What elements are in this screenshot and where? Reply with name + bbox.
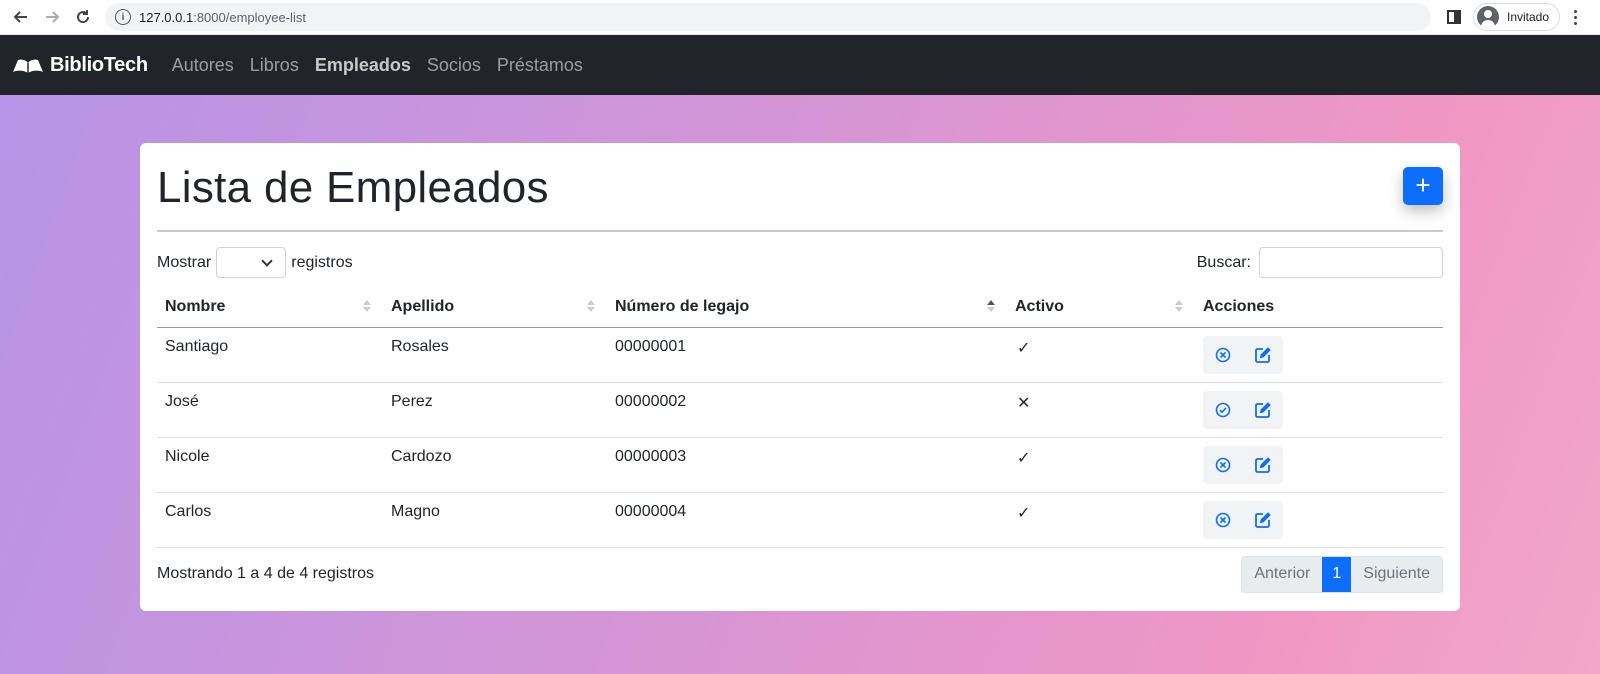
cell-nombre: José (157, 382, 383, 438)
column-header-apellido[interactable]: Apellido (383, 287, 607, 328)
url-host: 127.0.0.1 (139, 9, 194, 25)
reload-icon[interactable] (73, 7, 93, 27)
brand-link[interactable]: BiblioTech (12, 54, 148, 77)
sort-icon (587, 300, 595, 312)
search-control: Buscar: (1197, 247, 1443, 278)
edit-employee-icon[interactable] (1243, 501, 1283, 539)
column-header-nombre[interactable]: Nombre (157, 287, 383, 328)
cell-apellido: Magno (383, 492, 607, 548)
table-body: Santiago Rosales 00000001 ✓ José Perez 0000000… (157, 327, 1443, 548)
cell-apellido: Cardozo (383, 437, 607, 493)
records-info: Mostrando 1 a 4 de 4 registros (157, 565, 375, 582)
page-background: Lista de Empleados + Mostrar registros B… (0, 95, 1600, 674)
cell-nombre: Carlos (157, 492, 383, 548)
deactivate-employee-icon[interactable] (1203, 336, 1243, 374)
edit-employee-icon[interactable] (1243, 391, 1283, 429)
cell-activo: ✓ (1007, 327, 1195, 383)
cell-activo: ✓ (1007, 437, 1195, 493)
brand-name: BiblioTech (50, 53, 148, 76)
url-path: :8000/employee-list (193, 9, 306, 25)
side-panel-icon[interactable] (1447, 10, 1461, 24)
pagination: Anterior 1 Siguiente (1241, 555, 1443, 593)
avatar-icon (1477, 6, 1499, 28)
cell-activo: ✓ (1007, 492, 1195, 548)
edit-employee-icon[interactable] (1243, 336, 1283, 374)
deactivate-employee-icon[interactable] (1203, 446, 1243, 484)
page-1-button[interactable]: 1 (1322, 556, 1352, 592)
cell-legajo: 00000002 (607, 382, 1007, 438)
nav-empleados[interactable]: Empleados (307, 55, 419, 76)
cell-legajo: 00000001 (607, 327, 1007, 383)
add-employee-button[interactable]: + (1403, 166, 1443, 205)
cell-apellido: Perez (383, 382, 607, 438)
chevron-down-icon (261, 255, 273, 267)
cell-nombre: Nicole (157, 437, 383, 493)
sort-icon (363, 300, 371, 312)
deactivate-employee-icon[interactable] (1203, 501, 1243, 539)
back-arrow-icon[interactable] (11, 7, 31, 27)
table-row: José Perez 00000002 ✕ (157, 382, 1443, 438)
site-info-icon[interactable]: i (115, 9, 131, 25)
card-header: Lista de Empleados + (157, 143, 1443, 232)
profile-label: Invitado (1507, 10, 1550, 24)
page-length-select[interactable] (216, 247, 287, 278)
cell-acciones (1195, 492, 1443, 548)
address-bar[interactable]: i 127.0.0.1:8000/employee-list (105, 3, 1431, 31)
sort-icon (1175, 300, 1183, 312)
cell-acciones (1195, 437, 1443, 493)
employee-card: Lista de Empleados + Mostrar registros B… (140, 143, 1460, 611)
action-group (1203, 445, 1283, 484)
cell-legajo: 00000003 (607, 437, 1007, 493)
edit-employee-icon[interactable] (1243, 446, 1283, 484)
table-row: Carlos Magno 00000004 ✓ (157, 492, 1443, 548)
cell-activo: ✕ (1007, 382, 1195, 438)
cell-legajo: 00000004 (607, 492, 1007, 548)
table-row: Santiago Rosales 00000001 ✓ (157, 327, 1443, 383)
show-prefix-label: Mostrar (157, 253, 212, 271)
table-header-row: Nombre Apellido Número de legajo Activo … (157, 287, 1443, 328)
nav-libros[interactable]: Libros (242, 55, 307, 76)
table-row: Nicole Cardozo 00000003 ✓ (157, 437, 1443, 493)
cell-apellido: Rosales (383, 327, 607, 383)
browser-toolbar: i 127.0.0.1:8000/employee-list Invitado (0, 0, 1600, 35)
show-suffix-label: registros (291, 253, 353, 271)
page-title: Lista de Empleados (157, 162, 549, 212)
search-label: Buscar: (1196, 253, 1251, 271)
activate-employee-icon[interactable] (1203, 391, 1243, 429)
browser-menu-icon[interactable] (1574, 9, 1578, 25)
column-header-legajo[interactable]: Número de legajo (607, 287, 1007, 328)
nav-prestamos[interactable]: Préstamos (489, 55, 591, 76)
cell-nombre: Santiago (157, 327, 383, 383)
nav-autores[interactable]: Autores (164, 55, 242, 76)
nav-socios[interactable]: Socios (419, 55, 489, 76)
action-group (1203, 500, 1283, 539)
open-book-icon (13, 59, 43, 73)
forward-arrow-icon[interactable] (42, 7, 62, 27)
search-input[interactable] (1259, 247, 1443, 278)
profile-button[interactable]: Invitado (1473, 3, 1561, 31)
sort-ascending-icon (987, 300, 995, 312)
next-page-button[interactable]: Siguiente (1351, 556, 1442, 592)
action-group (1203, 335, 1283, 374)
column-header-acciones: Acciones (1195, 287, 1443, 328)
column-header-activo[interactable]: Activo (1007, 287, 1195, 328)
table-footer: Mostrando 1 a 4 de 4 registros Anterior … (157, 555, 1443, 593)
cell-acciones (1195, 382, 1443, 438)
employee-table: Nombre Apellido Número de legajo Activo … (157, 287, 1443, 548)
cell-acciones (1195, 327, 1443, 383)
page-length-control: Mostrar registros (157, 247, 353, 278)
app-navbar: BiblioTech Autores Libros Empleados Soci… (0, 35, 1600, 95)
prev-page-button[interactable]: Anterior (1242, 556, 1323, 592)
table-controls: Mostrar registros Buscar: (157, 247, 1443, 278)
action-group (1203, 390, 1283, 429)
